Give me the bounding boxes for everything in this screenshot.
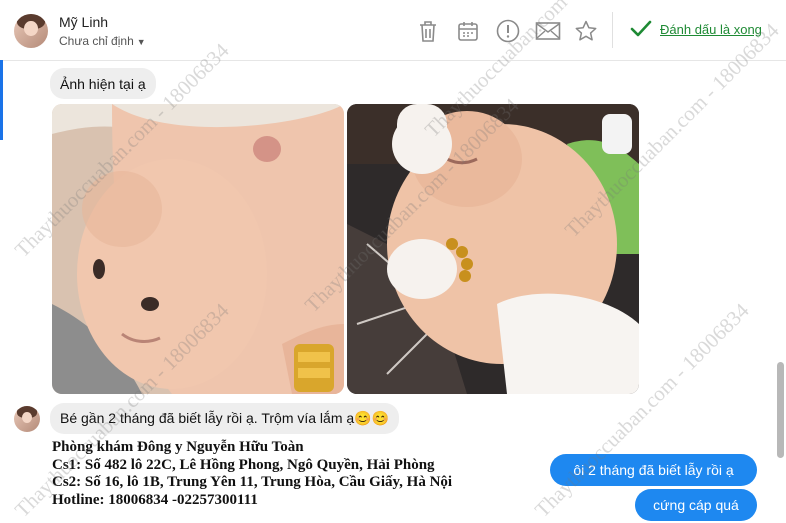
scrollbar-thumb[interactable] — [777, 362, 784, 458]
caret-down-icon: ▼ — [136, 37, 146, 47]
trash-icon[interactable] — [415, 18, 441, 44]
checkmark-icon — [630, 20, 652, 37]
clinic-hotline: Hotline: 18006834 -02257300111 — [52, 491, 258, 508]
clinic-address-2: Cs2: Số 16, lô 1B, Trung Yên 11, Trung H… — [52, 474, 453, 490]
outgoing-message[interactable]: cứng cáp quá — [635, 489, 757, 521]
incoming-message[interactable]: Bé gần 2 tháng đã biết lẫy rồi ạ. Trộm v… — [50, 403, 400, 434]
mark-done-button[interactable]: Đánh dấu là xong — [630, 20, 762, 38]
baby-photo-1[interactable] — [52, 104, 344, 394]
clinic-info: Phòng khám Đông y Nguyễn Hữu Toàn Cs1: S… — [52, 439, 452, 509]
clinic-name: Phòng khám Đông y Nguyễn Hữu Toàn — [52, 439, 304, 455]
outgoing-message[interactable]: ôi 2 tháng đã biết lẫy rồi ạ — [550, 454, 757, 486]
mark-done-label: Đánh dấu là xong — [660, 21, 762, 37]
conversation-header: Mỹ Linh Chưa chỉ định ▼ Đánh dấu là xong — [0, 0, 786, 61]
star-icon[interactable] — [573, 18, 599, 44]
contact-name[interactable]: Mỹ Linh — [59, 14, 108, 30]
sender-avatar[interactable] — [14, 406, 40, 432]
toolbar-divider — [612, 12, 613, 48]
active-conversation-indicator — [0, 60, 3, 140]
baby-photo-2[interactable] — [347, 104, 639, 394]
contact-avatar[interactable] — [14, 14, 48, 48]
envelope-icon[interactable] — [535, 18, 561, 44]
clinic-address-1: Cs1: Số 482 lô 22C, Lê Hồng Phong, Ngô Q… — [52, 456, 435, 473]
incoming-message[interactable]: Ảnh hiện tại ạ — [50, 68, 156, 99]
exclamation-circle-icon[interactable] — [495, 18, 521, 44]
calendar-icon[interactable] — [455, 18, 481, 44]
assign-label: Chưa chỉ định — [59, 34, 134, 48]
assign-dropdown[interactable]: Chưa chỉ định ▼ — [59, 34, 146, 48]
